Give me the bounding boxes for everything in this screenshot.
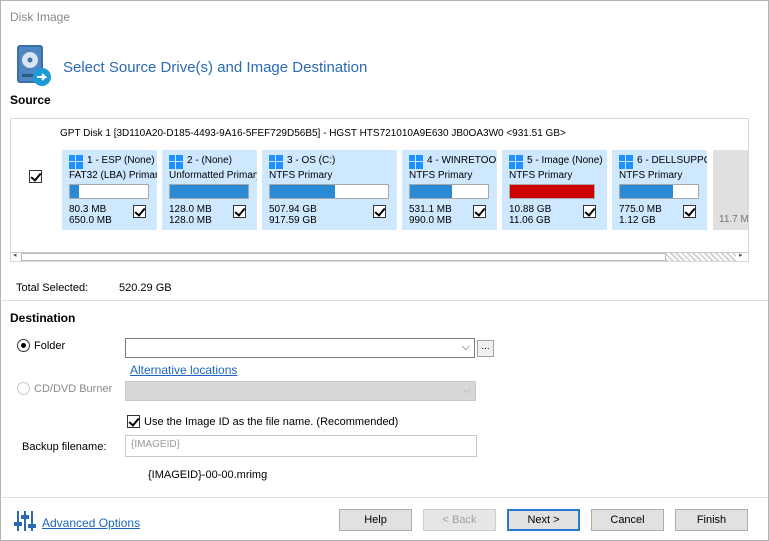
partition-total: 1.12 GB [619, 215, 656, 226]
partition-total: 650.0 MB [69, 215, 112, 226]
unallocated-size: 11.7 M [719, 214, 749, 225]
disk-checkbox[interactable] [29, 170, 42, 183]
unallocated-partition[interactable]: 11.7 M [713, 150, 749, 230]
sliders-icon[interactable] [13, 509, 37, 533]
partition-checkbox[interactable] [373, 205, 386, 218]
chevron-down-icon: ⌵ [462, 384, 471, 396]
partition-usage-bar [619, 184, 699, 199]
partition-used: 10.88 GB [509, 204, 552, 215]
partition-usage-bar [169, 184, 249, 199]
disk-image-icon [17, 45, 51, 86]
partition-usage-bar [509, 184, 595, 199]
cancel-button[interactable]: Cancel [591, 509, 664, 531]
partition-usage-bar [269, 184, 389, 199]
finish-button[interactable]: Finish [675, 509, 748, 531]
cd-dvd-radio[interactable] [17, 382, 30, 395]
disk-image-window: Disk Image Select Source Drive(s) and Im… [0, 0, 769, 541]
partition-usage-bar [409, 184, 489, 199]
partition-used: 531.1 MB [409, 204, 452, 215]
advanced-options-link[interactable]: Advanced Options [42, 516, 140, 530]
disk-title: GPT Disk 1 [3D110A20-D185-4493-9A16-5FEF… [60, 128, 566, 139]
filename-preview: {IMAGEID}-00-00.mrimg [148, 469, 268, 481]
total-selected-value: 520.29 GB [119, 282, 172, 294]
scrollbar-thumb[interactable] [21, 253, 666, 261]
partition-total: 917.59 GB [269, 215, 317, 226]
alternative-locations-link[interactable]: Alternative locations [130, 363, 237, 377]
partition-total: 128.0 MB [169, 215, 212, 226]
partition-type: NTFS Primary [269, 170, 333, 181]
backup-filename-label: Backup filename: [22, 441, 107, 453]
use-image-id-label: Use the Image ID as the file name. (Reco… [144, 416, 399, 428]
help-button[interactable]: Help [339, 509, 412, 531]
windows-logo-icon [509, 155, 523, 169]
browse-button[interactable]: ... [477, 340, 494, 357]
chevron-down-icon: ⌵ [461, 341, 470, 353]
partition-used: 775.0 MB [619, 204, 662, 215]
windows-logo-icon [269, 155, 283, 169]
partition-tile[interactable]: 4 - WINRETOO NTFS Primary 531.1 MB 990.0 MB [402, 150, 497, 230]
partition-type: NTFS Primary [509, 170, 573, 181]
partition-total: 990.0 MB [409, 215, 452, 226]
partition-type: NTFS Primary [409, 170, 473, 181]
partition-used: 507.94 GB [269, 204, 317, 215]
partition-checkbox[interactable] [233, 205, 246, 218]
source-section-label: Source [10, 93, 51, 107]
divider [2, 497, 768, 498]
partition-name: 5 - Image (None) [527, 155, 603, 166]
partition-type: NTFS Primary [619, 170, 683, 181]
partition-checkbox[interactable] [583, 205, 596, 218]
partition-usage-fill [510, 185, 594, 198]
partition-usage-fill [620, 185, 674, 198]
partition-tile[interactable]: 2 - (None) Unformatted Primary 128.0 MB 128… [162, 150, 257, 230]
folder-radio[interactable] [17, 339, 30, 352]
divider [2, 300, 768, 301]
partition-usage-fill [170, 185, 248, 198]
folder-label: Folder [34, 340, 66, 352]
cd-dvd-combo[interactable]: ⌵ [125, 381, 476, 401]
partition-checkbox[interactable] [133, 205, 146, 218]
scrollbar-track [666, 253, 736, 261]
partition-tile[interactable]: 5 - Image (None) NTFS Primary 10.88 GB 11.0… [502, 150, 607, 230]
window-title: Disk Image [10, 10, 71, 24]
partition-name: 1 - ESP (None) [87, 155, 155, 166]
folder-combo[interactable]: ⌵ [125, 338, 475, 358]
partition-used: 128.0 MB [169, 204, 212, 215]
page-title: Select Source Drive(s) and Image Destina… [63, 59, 368, 76]
partition-type: Unformatted Primary [169, 170, 257, 181]
partition-tile[interactable]: 1 - ESP (None) FAT32 (LBA) Primar 80.3 MB 6… [62, 150, 157, 230]
partition-tile[interactable]: 6 - DELLSUPPO NTFS Primary 775.0 MB 1.12 GB [612, 150, 707, 230]
partition-name: 4 - WINRETOO [427, 155, 497, 166]
partition-checkbox[interactable] [683, 205, 696, 218]
scroll-left-icon[interactable]: ◂ [13, 251, 17, 259]
partition-usage-fill [270, 185, 335, 198]
partition-type: FAT32 (LBA) Primar [69, 170, 157, 181]
partition-total: 11.06 GB [509, 215, 551, 226]
windows-logo-icon [619, 155, 633, 169]
partition-usage-bar [69, 184, 149, 199]
use-image-id-checkbox[interactable] [127, 415, 140, 428]
partition-name: 3 - OS (C:) [287, 155, 336, 166]
partition-name: 6 - DELLSUPPO [637, 155, 707, 166]
cd-dvd-label: CD/DVD Burner [34, 383, 113, 395]
destination-section-label: Destination [10, 311, 76, 325]
partition-usage-fill [410, 185, 453, 198]
partition-checkbox[interactable] [473, 205, 486, 218]
back-button[interactable]: < Back [423, 509, 496, 531]
total-selected-label: Total Selected: [16, 282, 89, 294]
partition-usage-fill [70, 185, 80, 198]
source-disk-panel: GPT Disk 1 [3D110A20-D185-4493-9A16-5FEF… [10, 118, 749, 262]
scroll-right-icon[interactable]: ▸ [739, 251, 743, 259]
windows-logo-icon [169, 155, 183, 169]
partition-used: 80.3 MB [69, 204, 107, 215]
windows-logo-icon [69, 155, 83, 169]
horizontal-scrollbar[interactable]: ◂ ▸ [11, 252, 748, 261]
next-button[interactable]: Next > [507, 509, 580, 531]
partition-tile[interactable]: 3 - OS (C:) NTFS Primary 507.94 GB 917.59 G… [262, 150, 397, 230]
partition-name: 2 - (None) [187, 155, 233, 166]
windows-logo-icon [409, 155, 423, 169]
backup-filename-input[interactable]: {IMAGEID} [125, 435, 477, 457]
